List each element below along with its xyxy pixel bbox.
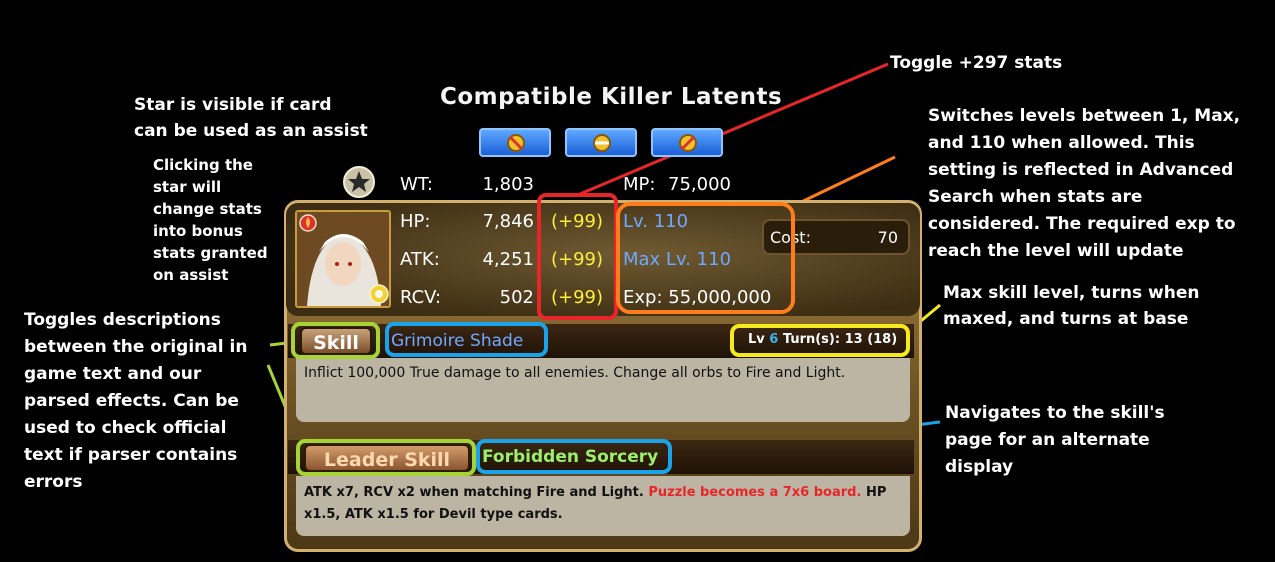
atk-label: ATK: [400,249,440,270]
light-attribute-icon [369,284,389,304]
levels-highlight [616,202,795,314]
wt-label: WT: [400,174,433,195]
killer-latent-badge-icon [507,134,525,152]
rcv-value: 502 [499,287,534,308]
skill-level-highlight [730,324,910,357]
mp-value: 75,000 [668,174,731,195]
latent-killer-button-3[interactable] [651,128,723,157]
skill-description: Inflict 100,000 True damage to all enemi… [296,358,910,422]
fire-attribute-icon [299,214,317,232]
skill-tab-highlight [291,322,380,359]
toggle-stats-highlight [537,193,618,320]
skill-levels-annotation: Max skill level, turns when maxed, and t… [943,283,1200,329]
leader-skill-description: ATK x7, RCV x2 when matching Fire and Li… [296,476,910,536]
cost-value: 70 [877,228,898,247]
leader-desc-part-1: ATK x7, RCV x2 when matching Fire and Li… [304,485,644,500]
leader-tab-highlight [296,439,476,476]
toggle-stats-annotation: Toggle +297 stats [890,53,1063,73]
card-portrait[interactable] [295,210,391,308]
skill-name-highlight [385,322,548,357]
star-click-annotation: Clicking the star will change stats into… [153,156,268,284]
levels-annotation: Switches levels between 1, Max, and 110 … [928,106,1241,261]
wt-value: 1,803 [482,174,534,195]
mp-label: MP: [623,174,656,195]
star-annotation: Star is visible if card can be used as a… [134,95,368,141]
hp-label: HP: [400,211,431,232]
hp-value: 7,846 [482,211,534,232]
killer-latent-badge-icon [593,134,611,152]
assist-star-icon[interactable] [343,166,375,198]
levels-pointer [794,155,896,207]
rcv-label: RCV: [400,287,442,308]
latent-killer-button-2[interactable] [565,128,637,157]
leader-desc-board: Puzzle becomes a 7x6 board. [648,485,862,500]
killer-latent-badge-icon [679,134,697,152]
toggle-desc-annotation: Toggles descriptions between the origina… [24,310,248,492]
leader-name-highlight [476,439,672,474]
atk-value: 4,251 [482,249,534,270]
latents-title: Compatible Killer Latents [440,84,783,110]
navigate-annotation: Navigates to the skill's page for an alt… [945,403,1165,477]
latent-killer-button-1[interactable] [479,128,551,157]
